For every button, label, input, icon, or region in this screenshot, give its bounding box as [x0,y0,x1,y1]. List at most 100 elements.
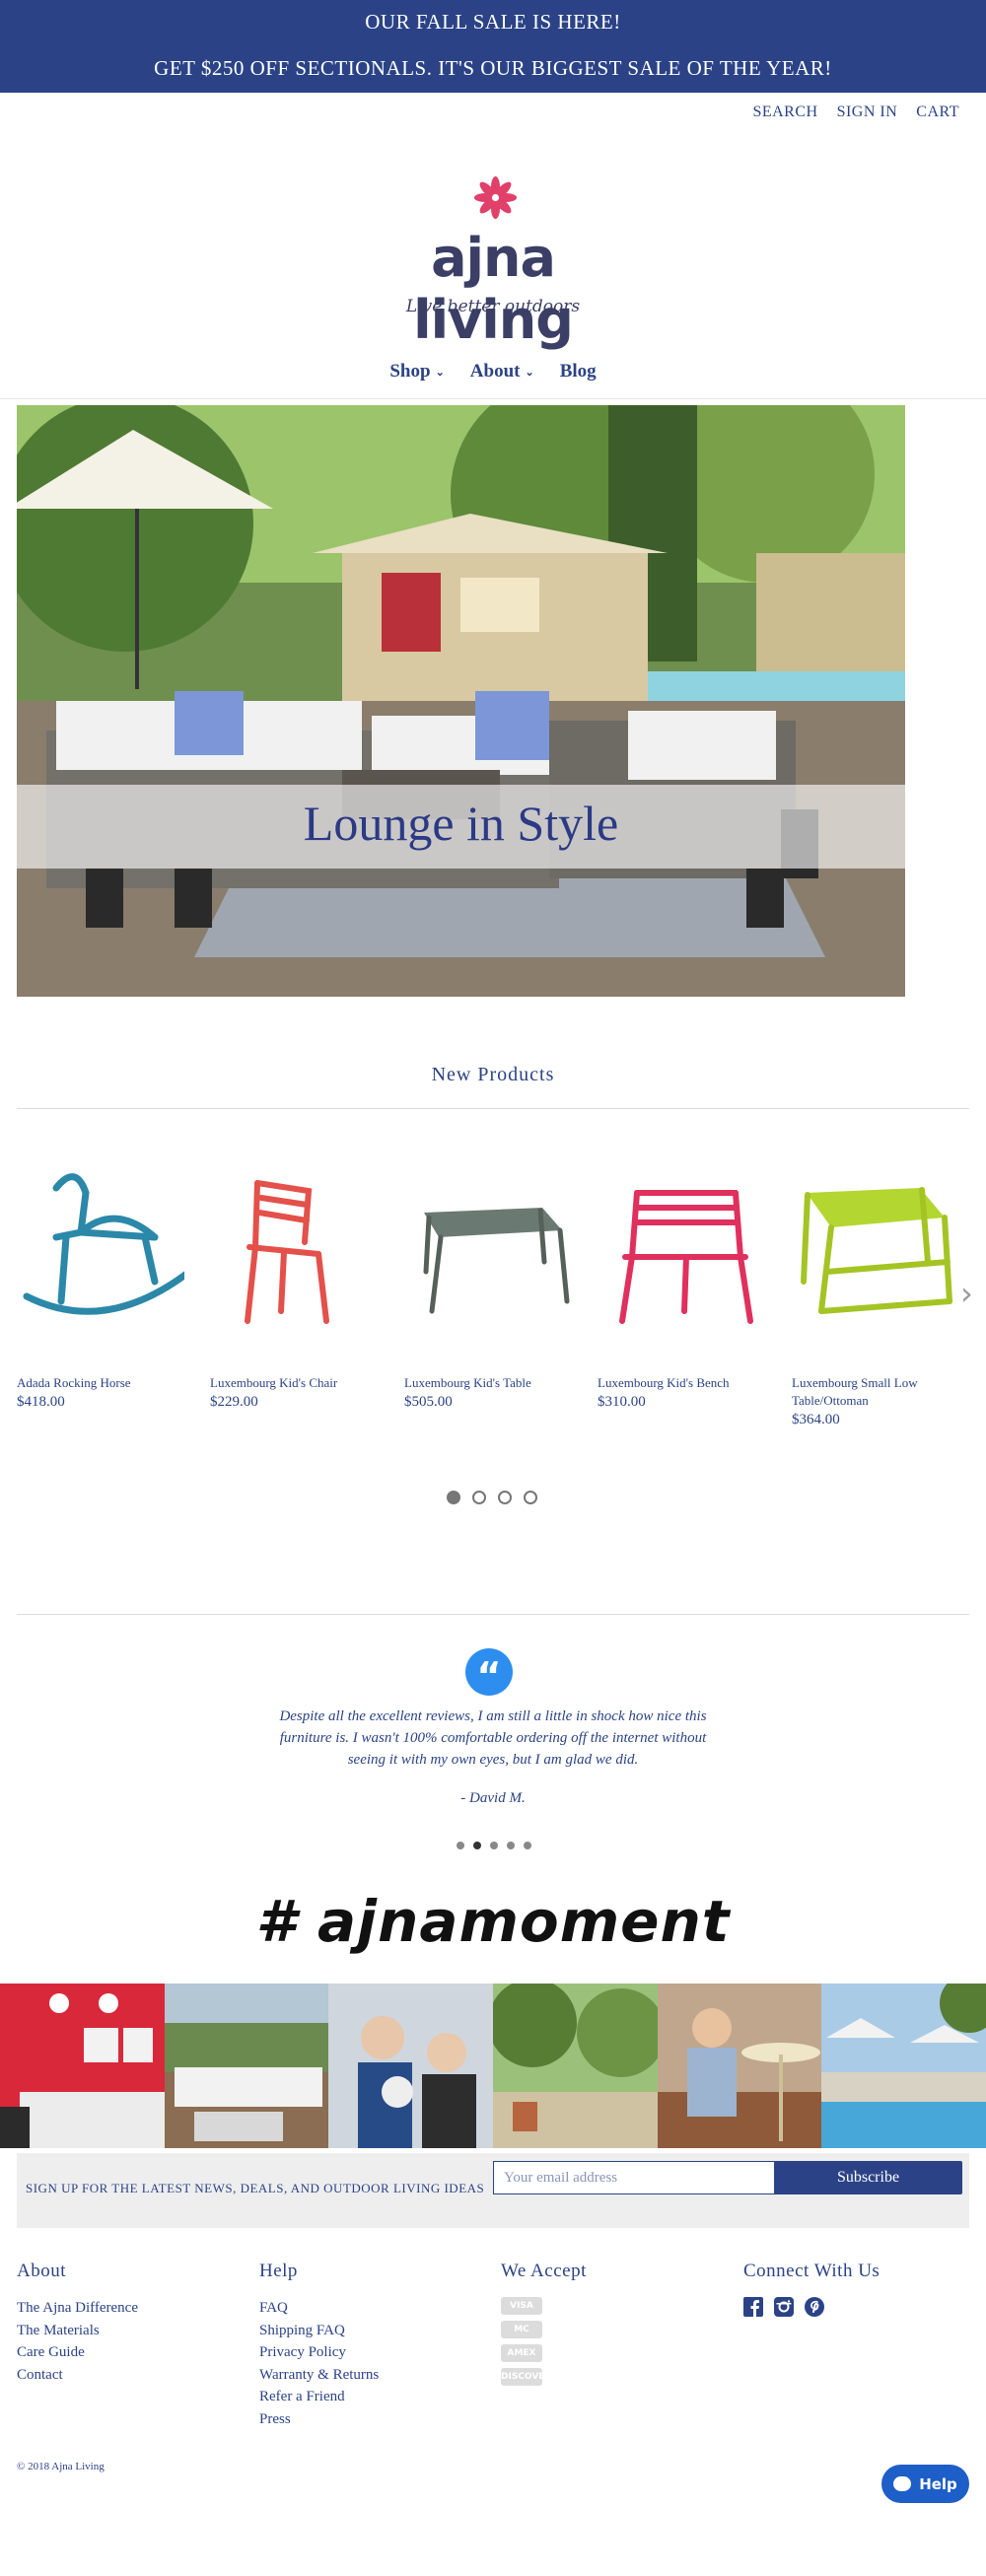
logo-wordmark: ajna living [413,227,574,351]
carousel-dot[interactable] [473,1842,481,1849]
new-products-title: New Products [431,1064,555,1085]
gallery-photo-image [328,1984,494,2148]
hashtag-heading: # ajnamoment [255,1888,731,1955]
nav-blog[interactable]: Blog [560,361,597,383]
email-field[interactable] [493,2161,791,2194]
product-name[interactable]: Luxembourg Kid's Bench [598,1374,785,1392]
footer-help: Help FAQ Shipping FAQ Privacy Policy War… [259,2261,486,2430]
footer-link[interactable]: Warranty & Returns [259,2364,486,2387]
kids-chair-image [245,1180,329,1324]
footer-link[interactable]: Shipping FAQ [259,2320,486,2342]
amex-icon: AMEX [501,2344,542,2362]
chevron-right-icon[interactable]: › [960,1275,973,1312]
carousel-dot[interactable] [472,1491,486,1504]
sign-in-link[interactable]: SIGN IN [837,104,898,121]
kids-table-image [423,1208,570,1314]
gallery-photo-image [0,1984,165,2148]
gallery-photo-image [164,1984,329,2148]
flower-logo-icon [473,175,518,220]
footer-link[interactable]: Contact [17,2364,244,2387]
footer-payment: We Accept VISA MC AMEX DISCOVER [501,2261,728,2386]
footer-link[interactable]: Refer a Friend [259,2386,486,2408]
product-card[interactable]: Luxembourg Kid's Bench $310.00 [598,1163,785,1411]
nav-shop-label: Shop [389,361,431,382]
instagram-glyph [774,2297,794,2317]
instagram-icon[interactable] [774,2297,794,2317]
product-price: $505.00 [404,1394,453,1410]
help-label: Help [919,2474,957,2493]
gallery-photo[interactable] [328,1984,494,2148]
hero-banner[interactable]: Lounge in Style [17,405,905,997]
carousel-dot[interactable] [490,1842,498,1849]
product-name[interactable]: Adada Rocking Horse [17,1374,204,1392]
gallery-photo[interactable] [0,1984,165,2148]
gallery-photo-image [493,1984,658,2148]
kids-bench-image [619,1190,753,1324]
mastercard-icon: MC [501,2321,542,2338]
footer-about: About The Ajna Difference The Materials … [17,2261,244,2386]
footer-link[interactable]: The Materials [17,2320,244,2342]
pinterest-icon[interactable] [805,2297,824,2317]
product-name[interactable]: Luxembourg Kid's Chair [210,1374,397,1392]
gallery-photo[interactable] [493,1984,658,2148]
gallery-photo-image [821,1984,986,2148]
gallery-photo[interactable] [164,1984,329,2148]
visa-icon: VISA [501,2297,542,2315]
nav-blog-label: Blog [559,361,597,382]
product-card[interactable]: Luxembourg Kid's Table $505.00 [404,1163,592,1411]
facebook-glyph [743,2297,763,2317]
product-price: $418.00 [17,1394,65,1410]
carousel-dot[interactable] [524,1842,531,1849]
newsletter-signup: SIGN UP FOR THE LATEST NEWS, DEALS, AND … [17,2153,969,2228]
signup-label: SIGN UP FOR THE LATEST NEWS, DEALS, AND … [26,2181,485,2195]
cart-link[interactable]: CART [916,104,959,121]
testimonial-text: Despite all the excellent reviews, I am … [279,1708,707,1768]
product-price: $364.00 [792,1412,840,1427]
promo-line-1: OUR FALL SALE IS HERE! [365,10,621,34]
footer-accept-heading: We Accept [501,2261,587,2281]
nav-shop[interactable]: Shop ⌄ [389,361,444,383]
help-button[interactable]: Help [881,2465,969,2503]
testimonial-carousel-dots [457,1842,531,1849]
footer-link[interactable]: Care Guide [17,2341,244,2364]
footer-link[interactable]: Press [259,2408,486,2431]
gallery-photo[interactable] [657,1984,822,2148]
product-name[interactable]: Luxembourg Kid's Table [404,1374,592,1392]
carousel-dot[interactable] [507,1842,515,1849]
product-card[interactable]: Luxembourg Small Low Table/Ottoman $364.… [792,1163,979,1428]
product-card[interactable]: Adada Rocking Horse $418.00 [17,1163,204,1411]
carousel-dot[interactable] [524,1491,537,1504]
payment-cards: VISA MC AMEX DISCOVER [501,2297,728,2386]
nav-about[interactable]: About ⌄ [470,361,534,383]
carousel-dot[interactable] [498,1491,512,1504]
pinterest-glyph [805,2297,824,2317]
search-link[interactable]: SEARCH [752,104,817,121]
chevron-down-icon: ⌄ [525,366,534,379]
gallery-photo[interactable] [821,1984,986,2148]
main-nav: Shop ⌄ About ⌄ Blog [0,361,986,383]
instagram-gallery [0,1984,986,2148]
chevron-down-icon: ⌄ [435,366,445,379]
product-card[interactable]: Luxembourg Kid's Chair $229.00 [210,1163,397,1411]
social-links [743,2297,970,2317]
footer-about-heading: About [17,2261,66,2281]
quote-icon: “ [465,1648,513,1698]
product-price: $310.00 [598,1394,646,1410]
nav-about-label: About [469,361,521,382]
site-logo[interactable]: ajna living Live better outdoors [365,175,621,351]
product-name[interactable]: Luxembourg Small Low Table/Ottoman [792,1374,979,1410]
section-divider [17,1614,969,1615]
product-price: $229.00 [210,1394,258,1410]
carousel-dot[interactable] [447,1491,460,1504]
gallery-photo-image [657,1984,822,2148]
subscribe-button[interactable]: Subscribe [774,2161,962,2194]
facebook-icon[interactable] [743,2297,763,2317]
footer-link[interactable]: The Ajna Difference [17,2297,244,2320]
footer-link[interactable]: Privacy Policy [259,2341,486,2364]
nav-divider [0,398,986,399]
footer-help-heading: Help [259,2261,298,2281]
carousel-dot[interactable] [457,1842,464,1849]
footer-social: Connect With Us [743,2261,970,2317]
chat-bubble-icon [893,2476,912,2491]
footer-link[interactable]: FAQ [259,2297,486,2320]
